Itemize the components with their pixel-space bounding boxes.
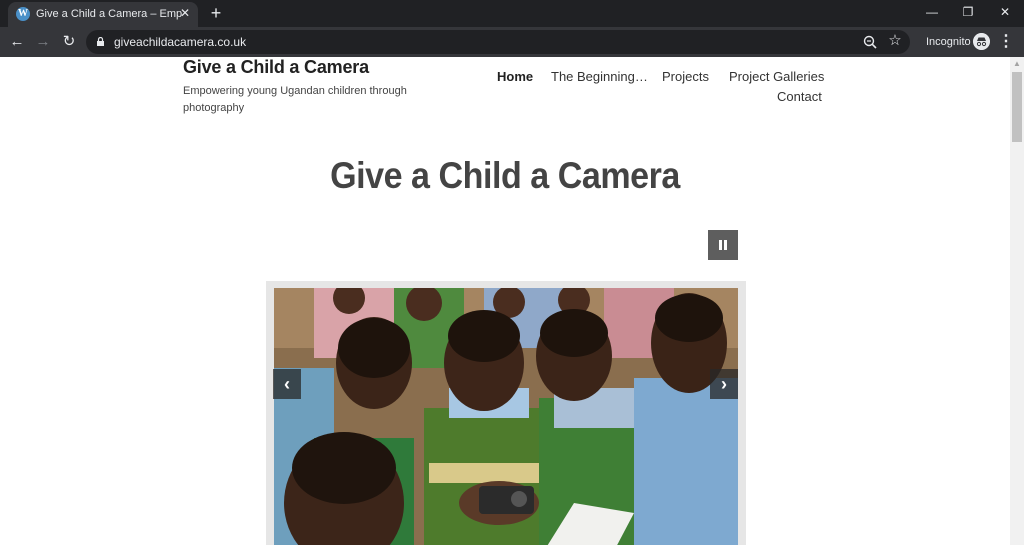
nav-item-contact[interactable]: Contact (777, 89, 822, 104)
browser-tab[interactable]: W Give a Child a Camera – Empowe ✕ (8, 2, 198, 27)
nav-item-home[interactable]: Home (497, 69, 533, 84)
pause-button[interactable] (708, 230, 738, 260)
slider-next-button[interactable]: › (710, 369, 738, 399)
page-scrollbar[interactable]: ▲ (1010, 57, 1024, 545)
nav-item-the-beginning[interactable]: The Beginning… (551, 69, 648, 84)
reload-button[interactable]: ↻ (59, 32, 79, 52)
web-page: Give a Child a Camera Empowering young U… (0, 57, 1010, 545)
zoom-icon[interactable] (862, 34, 878, 50)
page-title: Give a Child a Camera (330, 155, 680, 196)
pause-icon (719, 240, 727, 250)
scroll-thumb[interactable] (1012, 72, 1022, 142)
window-close-icon[interactable]: ✕ (987, 0, 1023, 24)
url-text: giveachildacamera.co.uk (114, 35, 247, 49)
restore-icon[interactable]: ❐ (950, 0, 986, 24)
nav-item-projects[interactable]: Projects (662, 69, 709, 84)
kebab-menu-icon[interactable]: ⋮ (998, 32, 1014, 52)
site-description: Empowering young Ugandan children throug… (183, 85, 407, 114)
forward-button[interactable]: → (33, 32, 53, 52)
new-tab-button[interactable]: + (206, 3, 226, 23)
incognito-icon[interactable] (973, 33, 990, 50)
site-title[interactable]: Give a Child a Camera (183, 57, 369, 78)
children-with-camera-photo (274, 288, 738, 545)
tab-close-icon[interactable]: ✕ (178, 6, 192, 20)
star-icon[interactable]: ☆ (886, 32, 904, 50)
tab-title: Give a Child a Camera – Empowe (36, 8, 182, 20)
nav-item-project-galleries[interactable]: Project Galleries (729, 69, 824, 84)
wordpress-icon: W (16, 7, 30, 21)
back-button[interactable]: ← (7, 32, 27, 52)
browser-toolbar: ← → ↻ giveachildacamera.co.uk ☆ Incognit… (0, 27, 1024, 57)
minimize-icon[interactable]: — (914, 0, 950, 24)
image-slider (266, 281, 746, 545)
slider-prev-button[interactable]: ‹ (273, 369, 301, 399)
browser-tab-strip: W Give a Child a Camera – Empowe ✕ + — ❐… (0, 0, 1024, 27)
scroll-up-icon[interactable]: ▲ (1010, 57, 1024, 71)
lock-icon (97, 37, 104, 46)
incognito-label[interactable]: Incognito (926, 36, 971, 48)
address-bar[interactable]: giveachildacamera.co.uk ☆ (86, 30, 910, 54)
